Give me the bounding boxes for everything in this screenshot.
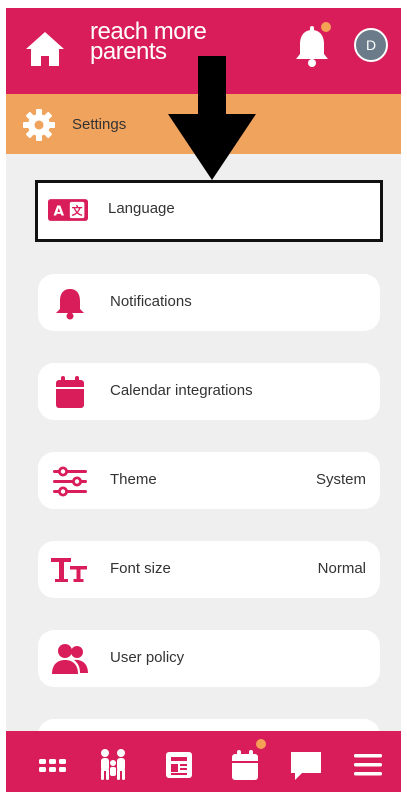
svg-text:A: A [53,203,64,219]
app-frame: reach more parents D Settings A 文 Langua… [6,8,401,792]
settings-item-user-policy[interactable]: User policy [38,630,380,687]
notification-badge [321,22,331,32]
newspaper-icon[interactable] [162,748,196,782]
family-icon[interactable] [96,748,130,782]
settings-item-label: User policy [110,649,185,666]
svg-text:文: 文 [72,204,83,218]
settings-item-value: Normal [317,560,366,577]
settings-item-label: Calendar integrations [110,382,253,399]
grid-icon[interactable] [36,748,68,782]
settings-item-font-size[interactable]: Font size Normal [38,541,380,598]
sliders-icon [53,466,87,497]
settings-item-value: System [315,471,366,488]
menu-icon[interactable] [351,748,385,782]
home-icon[interactable] [24,30,66,68]
chat-icon[interactable] [288,748,324,782]
language-icon: A 文 [48,199,88,221]
calendar-icon[interactable] [228,748,262,782]
settings-item-calendar-integrations[interactable]: Calendar integrations [38,363,380,420]
calendar-badge [256,739,266,749]
settings-item-language[interactable]: A 文 Language [35,180,383,242]
settings-item-theme[interactable]: Theme System [38,452,380,509]
settings-item-label: Theme [110,471,157,488]
settings-item-label: Notifications [110,293,192,310]
avatar[interactable]: D [354,28,388,62]
bell-icon [56,289,84,320]
settings-item-notifications[interactable]: Notifications [38,274,380,331]
annotation-arrow [168,56,256,180]
users-icon [52,644,88,674]
settings-item-label: Language [108,200,175,217]
settings-item-label: Font size [110,560,171,577]
page-title: Settings [72,116,127,133]
calendar-icon [56,376,84,408]
font-size-icon [51,558,87,582]
gear-icon [23,109,55,141]
